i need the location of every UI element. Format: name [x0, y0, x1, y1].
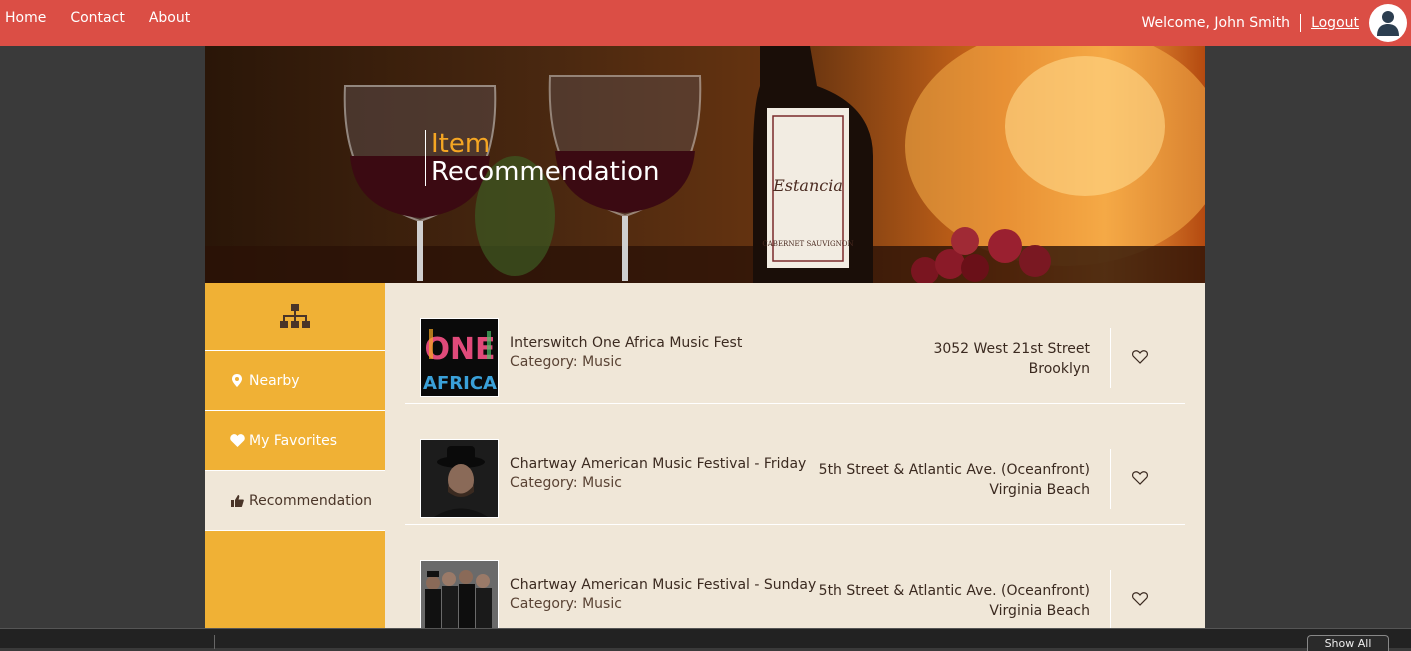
svg-text:CABERNET SAUVIGNON: CABERNET SAUVIGNON: [762, 240, 853, 248]
sidebar-header: [205, 283, 385, 351]
list-item[interactable]: ONE AFRICA Interswitch One Africa Music …: [405, 283, 1185, 404]
item-category: Category: Music: [510, 596, 622, 612]
nav-home-link[interactable]: Home: [5, 10, 46, 26]
nav-about-link[interactable]: About: [149, 10, 190, 26]
sidebar-item-my-favorites[interactable]: My Favorites: [205, 411, 385, 471]
svg-text:AFRICA: AFRICA: [423, 373, 497, 394]
heart-icon: [225, 434, 249, 447]
sidebar: Nearby My Favorites Recommendation: [205, 283, 385, 628]
vertical-divider: [1110, 570, 1111, 628]
item-title[interactable]: Interswitch One Africa Music Fest: [510, 335, 742, 351]
sidebar-item-label: Nearby: [249, 372, 300, 389]
vertical-divider: [1110, 449, 1111, 509]
hero-image: Estancia CABERNET SAUVIGNON: [205, 46, 1205, 283]
item-address-city: Virginia Beach: [989, 482, 1090, 498]
vertical-divider: [1110, 328, 1111, 388]
bottom-download-bar: Show All: [0, 628, 1411, 651]
main-container: Estancia CABERNET SAUVIGNON Item Recomme…: [205, 46, 1205, 628]
item-list: ONE AFRICA Interswitch One Africa Music …: [405, 283, 1185, 628]
svg-text:ONE: ONE: [424, 332, 495, 367]
user-avatar-icon[interactable]: [1369, 4, 1407, 42]
favorite-heart-icon[interactable]: [1132, 591, 1148, 607]
map-pin-icon: [225, 374, 249, 387]
list-item[interactable]: Chartway American Music Festival - Sunda…: [405, 525, 1185, 628]
item-title[interactable]: Chartway American Music Festival - Frida…: [510, 456, 806, 472]
item-thumbnail: ONE AFRICA: [420, 318, 499, 397]
logout-link[interactable]: Logout: [1311, 15, 1359, 31]
page-title: Item Recommendation: [425, 130, 659, 186]
item-title[interactable]: Chartway American Music Festival - Sunda…: [510, 577, 816, 593]
top-navbar: Home Contact About Welcome, John Smith L…: [0, 0, 1411, 46]
item-address-city: Brooklyn: [1028, 361, 1090, 377]
sidebar-item-nearby[interactable]: Nearby: [205, 351, 385, 411]
sidebar-item-label: Recommendation: [249, 492, 373, 509]
bottom-bar-divider: [214, 635, 215, 649]
recommendation-list-panel: ONE AFRICA Interswitch One Africa Music …: [385, 283, 1205, 628]
nav-contact-link[interactable]: Contact: [70, 10, 124, 26]
svg-text:Estancia: Estancia: [772, 176, 843, 195]
item-thumbnail: [420, 439, 499, 518]
hero-banner: Estancia CABERNET SAUVIGNON Item Recomme…: [205, 46, 1205, 283]
thumbs-up-icon: [225, 494, 249, 507]
favorite-heart-icon[interactable]: [1132, 349, 1148, 365]
item-address: 5th Street & Atlantic Ave. (Oceanfront) …: [819, 581, 1090, 621]
welcome-text: Welcome, John Smith: [1141, 14, 1302, 32]
item-address-street: 5th Street & Atlantic Ave. (Oceanfront): [818, 583, 1090, 599]
item-address-street: 5th Street & Atlantic Ave. (Oceanfront): [818, 462, 1090, 478]
item-address-street: 3052 West 21st Street: [933, 341, 1090, 357]
item-address: 3052 West 21st Street Brooklyn: [933, 339, 1090, 379]
item-address: 5th Street & Atlantic Ave. (Oceanfront) …: [819, 460, 1090, 500]
show-all-button[interactable]: Show All: [1307, 635, 1389, 651]
sidebar-item-recommendation[interactable]: Recommendation: [205, 471, 385, 531]
nav-links: Home Contact About: [5, 10, 214, 26]
sidebar-item-label: My Favorites: [249, 432, 338, 449]
favorite-heart-icon[interactable]: [1132, 470, 1148, 486]
page-title-line1: Item: [431, 129, 491, 159]
nav-user-area: Welcome, John Smith Logout: [1141, 4, 1407, 42]
item-thumbnail: [420, 560, 499, 628]
page-title-line2: Recommendation: [431, 157, 660, 187]
sitemap-icon: [280, 303, 310, 328]
item-address-city: Virginia Beach: [989, 603, 1090, 619]
list-item[interactable]: Chartway American Music Festival - Frida…: [405, 404, 1185, 525]
item-category: Category: Music: [510, 354, 622, 370]
item-category: Category: Music: [510, 475, 622, 491]
